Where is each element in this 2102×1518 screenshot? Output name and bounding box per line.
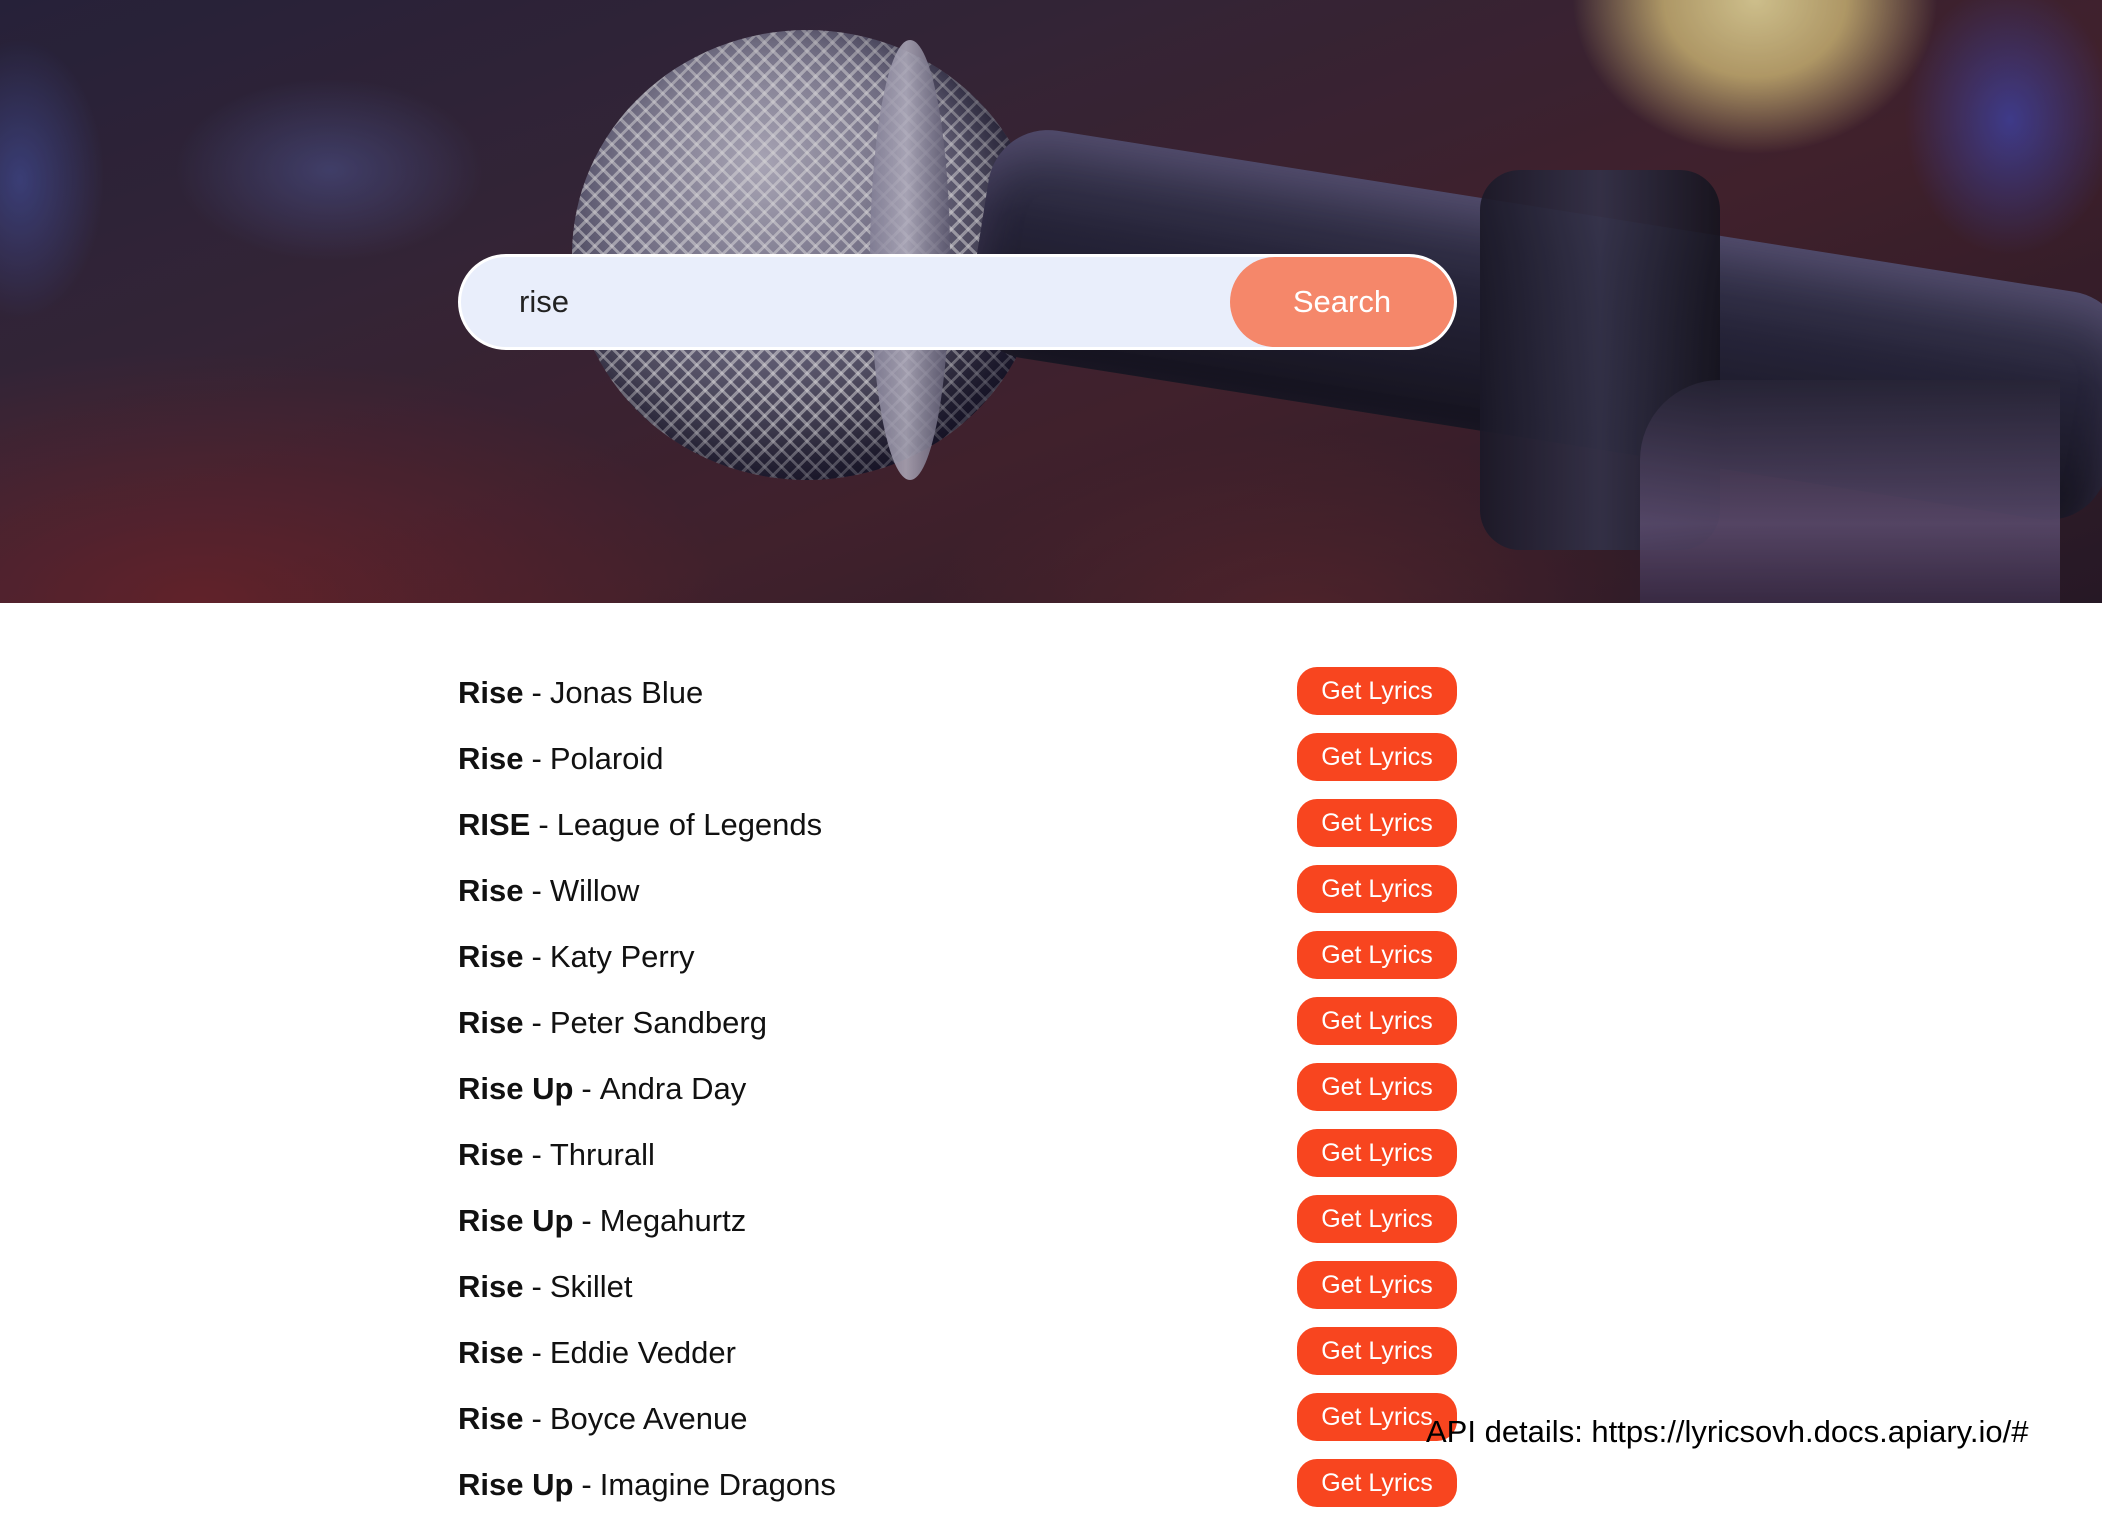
song-title: RISE xyxy=(458,807,531,842)
result-row: Rise - Willow Get Lyrics xyxy=(458,858,1457,924)
get-lyrics-button[interactable]: Get Lyrics xyxy=(1297,799,1457,847)
artist-name: Andra Day xyxy=(599,1071,747,1106)
get-lyrics-button[interactable]: Get Lyrics xyxy=(1297,667,1457,715)
get-lyrics-button[interactable]: Get Lyrics xyxy=(1297,1393,1457,1441)
result-row: Rise - Skillet Get Lyrics xyxy=(458,1254,1457,1320)
get-lyrics-button[interactable]: Get Lyrics xyxy=(1297,931,1457,979)
results-list: Rise - Jonas Blue Get Lyrics Rise - Polaroid… xyxy=(458,660,1457,1518)
get-lyrics-button[interactable]: Get Lyrics xyxy=(1297,1261,1457,1309)
result-row: Rise - Jonas Blue Get Lyrics xyxy=(458,660,1457,726)
get-lyrics-button[interactable]: Get Lyrics xyxy=(1297,1459,1457,1507)
get-lyrics-button[interactable]: Get Lyrics xyxy=(1297,733,1457,781)
song-title: Rise xyxy=(458,675,524,710)
separator: - xyxy=(531,741,542,776)
song-title: Rise xyxy=(458,1269,524,1304)
result-text: Rise - Polaroid xyxy=(458,741,664,777)
result-row: Rise - Boyce Avenue Get Lyrics xyxy=(458,1386,1457,1452)
get-lyrics-button[interactable]: Get Lyrics xyxy=(1297,1063,1457,1111)
result-row: Rise Up - Imagine Dragons Get Lyrics xyxy=(458,1452,1457,1518)
separator: - xyxy=(531,939,542,974)
result-text: Rise Up - Andra Day xyxy=(458,1071,746,1107)
separator: - xyxy=(531,1137,542,1172)
result-row: Rise Up - Megahurtz Get Lyrics xyxy=(458,1188,1457,1254)
search-button[interactable]: Search xyxy=(1230,257,1454,347)
hero-banner: Search xyxy=(0,0,2102,603)
result-text: Rise - Eddie Vedder xyxy=(458,1335,736,1371)
song-title: Rise Up xyxy=(458,1467,574,1502)
artist-name: Skillet xyxy=(549,1269,633,1304)
artist-name: League of Legends xyxy=(556,807,823,842)
song-title: Rise Up xyxy=(458,1203,574,1238)
artist-name: Eddie Vedder xyxy=(549,1335,736,1370)
song-title: Rise xyxy=(458,1137,524,1172)
get-lyrics-button[interactable]: Get Lyrics xyxy=(1297,1327,1457,1375)
result-text: Rise - Thrurall xyxy=(458,1137,655,1173)
search-input[interactable] xyxy=(519,257,1159,347)
song-title: Rise xyxy=(458,939,524,974)
result-row: Rise - Polaroid Get Lyrics xyxy=(458,726,1457,792)
separator: - xyxy=(531,1269,542,1304)
get-lyrics-button[interactable]: Get Lyrics xyxy=(1297,865,1457,913)
result-text: Rise - Willow xyxy=(458,873,639,909)
song-title: Rise xyxy=(458,873,524,908)
api-details-text: API details: https://lyricsovh.docs.apia… xyxy=(1426,1414,2029,1449)
separator: - xyxy=(538,807,549,842)
separator: - xyxy=(531,873,542,908)
song-title: Rise xyxy=(458,1401,524,1436)
artist-name: Megahurtz xyxy=(599,1203,747,1238)
get-lyrics-button[interactable]: Get Lyrics xyxy=(1297,1129,1457,1177)
separator: - xyxy=(581,1467,592,1502)
result-text: Rise - Skillet xyxy=(458,1269,633,1305)
result-text: Rise - Jonas Blue xyxy=(458,675,703,711)
separator: - xyxy=(531,1335,542,1370)
song-title: Rise xyxy=(458,741,524,776)
separator: - xyxy=(531,1005,542,1040)
separator: - xyxy=(581,1203,592,1238)
artist-name: Imagine Dragons xyxy=(599,1467,836,1502)
artist-name: Jonas Blue xyxy=(549,675,704,710)
result-row: RISE - League of Legends Get Lyrics xyxy=(458,792,1457,858)
song-title: Rise xyxy=(458,1005,524,1040)
separator: - xyxy=(531,675,542,710)
separator: - xyxy=(581,1071,592,1106)
artist-name: Polaroid xyxy=(549,741,664,776)
artist-name: Peter Sandberg xyxy=(549,1005,767,1040)
result-row: Rise - Eddie Vedder Get Lyrics xyxy=(458,1320,1457,1386)
artist-name: Katy Perry xyxy=(549,939,695,974)
result-row: Rise Up - Andra Day Get Lyrics xyxy=(458,1056,1457,1122)
result-row: Rise - Katy Perry Get Lyrics xyxy=(458,924,1457,990)
get-lyrics-button[interactable]: Get Lyrics xyxy=(1297,1195,1457,1243)
result-row: Rise - Thrurall Get Lyrics xyxy=(458,1122,1457,1188)
result-text: Rise - Katy Perry xyxy=(458,939,695,975)
get-lyrics-button[interactable]: Get Lyrics xyxy=(1297,997,1457,1045)
result-text: Rise Up - Megahurtz xyxy=(458,1203,746,1239)
song-title: Rise xyxy=(458,1335,524,1370)
song-title: Rise Up xyxy=(458,1071,574,1106)
result-text: RISE - League of Legends xyxy=(458,807,822,843)
result-text: Rise Up - Imagine Dragons xyxy=(458,1467,836,1503)
artist-name: Boyce Avenue xyxy=(549,1401,748,1436)
result-row: Rise - Peter Sandberg Get Lyrics xyxy=(458,990,1457,1056)
artist-name: Thrurall xyxy=(549,1137,655,1172)
result-text: Rise - Boyce Avenue xyxy=(458,1401,747,1437)
separator: - xyxy=(531,1401,542,1436)
result-text: Rise - Peter Sandberg xyxy=(458,1005,767,1041)
search-form: Search xyxy=(458,254,1457,350)
artist-name: Willow xyxy=(549,873,640,908)
